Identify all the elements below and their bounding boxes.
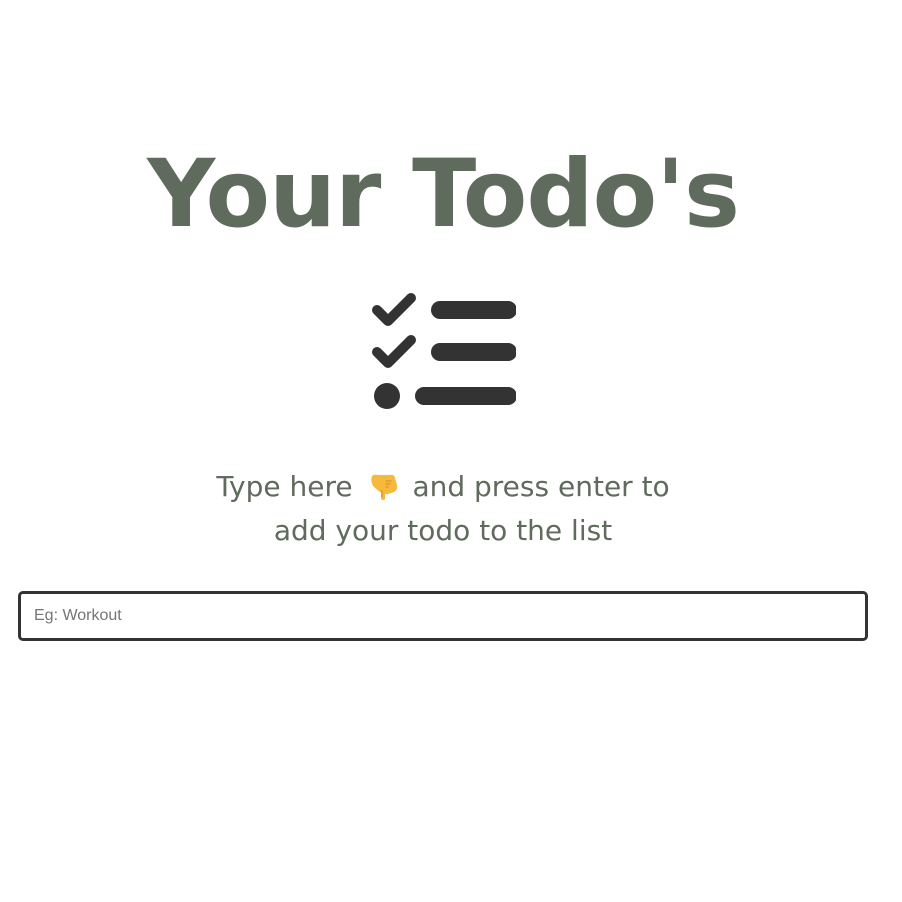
todo-input[interactable]: [18, 591, 868, 641]
instruction-line-1: Type here and press enter to: [0, 465, 886, 509]
backhand-index-pointing-down-icon: [370, 474, 397, 500]
instruction-line-1-start: Type here: [216, 470, 353, 503]
page-title: Your Todo's: [147, 140, 740, 249]
instruction-text: Type here and press enter to add your to…: [0, 465, 886, 553]
todo-page: Your Todo's Type here and press enter to…: [0, 0, 902, 902]
checklist-icon: [372, 293, 516, 409]
instruction-line-2: add your todo to the list: [273, 514, 613, 547]
instruction-line-1-end: and press enter to: [412, 470, 670, 503]
